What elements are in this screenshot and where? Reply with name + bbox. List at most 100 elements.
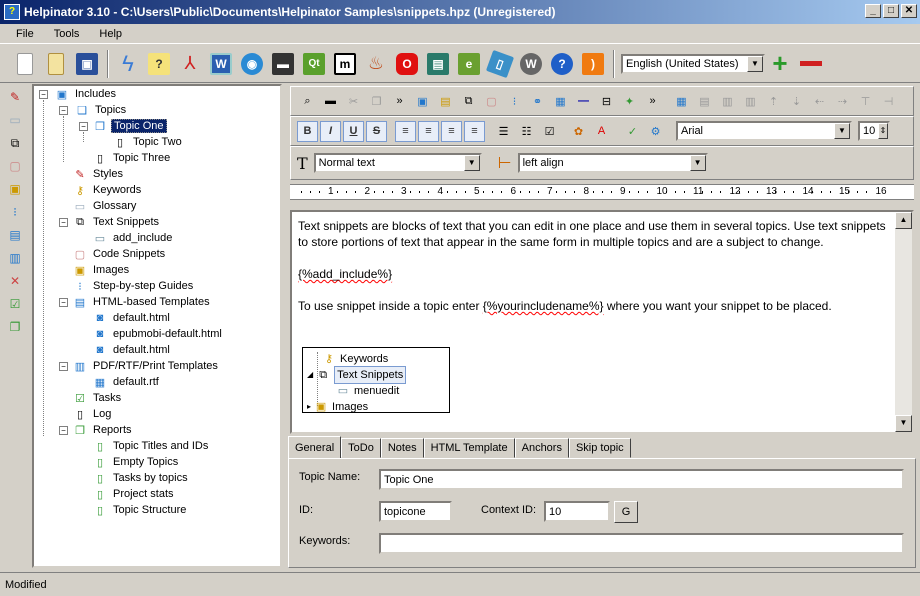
scroll-down-icon[interactable]: ▼ — [895, 415, 912, 432]
topic-name-field[interactable]: Topic One — [379, 469, 904, 490]
cut-icon[interactable]: ✂ — [343, 91, 364, 112]
table-icon[interactable]: ▦ — [671, 91, 692, 112]
insert-row-below-icon[interactable]: ⇣ — [786, 91, 807, 112]
tree-item-glossary[interactable]: ▭ Glossary — [72, 198, 138, 214]
style-select[interactable]: Normal text ▼ — [313, 153, 482, 173]
tab-anchors[interactable]: Anchors — [514, 438, 569, 458]
project-tree[interactable]: − ▣ Includes − ❑ Topics − ❒ Topic One ▯ Topi… — [32, 84, 282, 568]
tree-item-epubmobi[interactable]: ◙ epubmobi-default.html — [92, 326, 224, 342]
tree-item-html-templates[interactable]: ▤ HTML-based Templates — [72, 294, 212, 310]
checklist-icon[interactable]: ☑ — [539, 121, 560, 142]
tab-general[interactable]: General — [288, 436, 342, 458]
open-project-button[interactable] — [41, 49, 71, 79]
tree-item-text-snippets[interactable]: ⧉ Text Snippets — [72, 214, 161, 230]
text-color-icon[interactable]: A — [591, 121, 612, 142]
chevron-down-icon[interactable]: ▼ — [747, 55, 763, 72]
pdf-button[interactable]: ⅄ — [175, 49, 205, 79]
tree-item-topics[interactable]: ❑ Topics — [74, 102, 128, 118]
image-icon[interactable]: ▣ — [4, 178, 26, 200]
tree-item-topic-two[interactable]: ▯ Topic Two — [112, 134, 184, 150]
epub-button[interactable]: e — [454, 49, 484, 79]
print-template-icon[interactable]: ▥ — [4, 247, 26, 269]
tree-item-tasks-by-topics[interactable]: ▯ Tasks by topics — [92, 470, 190, 486]
align-center-button[interactable]: ≡ — [418, 120, 439, 142]
ebook-button[interactable]: ▤ — [423, 49, 453, 79]
justify-button[interactable]: ≡ — [464, 120, 485, 142]
chevron-down-icon[interactable]: ▼ — [834, 123, 850, 139]
qt-button[interactable]: Qt — [299, 49, 329, 79]
template-icon[interactable]: ▤ — [4, 224, 26, 246]
footsteps-icon[interactable]: ⁝ — [504, 91, 525, 112]
tree-item-topic-titles[interactable]: ▯ Topic Titles and IDs — [92, 438, 210, 454]
more-icon[interactable]: » — [642, 91, 663, 112]
insert-col-left-icon[interactable]: ⇠ — [809, 91, 830, 112]
build-button[interactable]: ϟ — [113, 49, 143, 79]
scroll-up-icon[interactable]: ▲ — [895, 212, 912, 229]
tree-item-pdf-templates[interactable]: ▥ PDF/RTF/Print Templates — [72, 358, 220, 374]
font-select[interactable]: Arial ▼ — [676, 121, 852, 141]
tree-item-step-guides[interactable]: ⁝ Step-by-step Guides — [72, 278, 195, 294]
page-break-icon[interactable]: ⊟ — [596, 91, 617, 112]
spinner-icon[interactable]: ⇕ — [878, 123, 888, 139]
chevron-down-icon[interactable]: ▼ — [689, 155, 706, 171]
tab-skip-topic[interactable]: Skip topic — [568, 438, 631, 458]
tree-item-includes[interactable]: ▣ Includes — [54, 86, 118, 102]
expand-topic-one[interactable]: − — [79, 122, 88, 131]
bullet-list-icon[interactable]: ☰ — [493, 121, 514, 142]
topic-editor[interactable]: Text snippets are blocks of text that yo… — [290, 210, 914, 434]
tab-notes[interactable]: Notes — [380, 438, 424, 458]
new-project-button[interactable] — [10, 49, 40, 79]
spell-check-icon[interactable]: ✓ — [622, 121, 643, 142]
tree-item-topic-structure[interactable]: ▯ Topic Structure — [92, 502, 188, 518]
tree-item-keywords[interactable]: ⚷ Keywords — [72, 182, 143, 198]
align-left-button[interactable]: ≡ — [395, 120, 416, 142]
insert-image-icon[interactable]: ▣ — [412, 91, 433, 112]
numbered-list-icon[interactable]: ☷ — [516, 121, 537, 142]
insert-snippet-icon[interactable]: ⧉ — [458, 91, 479, 112]
wordpress-button[interactable]: W — [516, 49, 546, 79]
rss-button[interactable]: ) — [578, 49, 608, 79]
italic-button[interactable]: I — [320, 120, 341, 142]
close-button[interactable]: ✕ — [901, 4, 917, 18]
pen-icon[interactable]: ✎ — [4, 86, 26, 108]
web-button[interactable]: ◉ — [237, 49, 267, 79]
footsteps-icon[interactable]: ⁝ — [4, 201, 26, 223]
tools-icon[interactable]: ✕ — [4, 270, 26, 292]
java-button[interactable]: ♨ — [361, 49, 391, 79]
bookmark-icon[interactable]: ▦ — [550, 91, 571, 112]
expand-text-snippets[interactable]: − — [59, 218, 68, 227]
split-cells-icon[interactable]: ⊣ — [878, 91, 899, 112]
tree-item-tasks[interactable]: ☑ Tasks — [72, 390, 123, 406]
tab-html-template[interactable]: HTML Template — [423, 438, 515, 458]
font-size-field[interactable]: 10 ⇕ — [858, 121, 890, 141]
expand-reports[interactable]: − — [59, 426, 68, 435]
page-icon[interactable]: ▭ — [4, 109, 26, 131]
reports-icon[interactable]: ❐ — [4, 316, 26, 338]
print-button[interactable]: ▬ — [268, 49, 298, 79]
mobile-button[interactable]: ▯ — [485, 49, 515, 79]
merge-cells-icon[interactable]: ⊤ — [855, 91, 876, 112]
insert-link-icon[interactable]: ⚭ — [527, 91, 548, 112]
code-icon[interactable]: ▢ — [4, 155, 26, 177]
minimize-button[interactable]: _ — [865, 4, 881, 18]
background-color-icon[interactable]: ✿ — [568, 121, 589, 142]
word-button[interactable]: W — [206, 49, 236, 79]
tree-item-project-stats[interactable]: ▯ Project stats — [92, 486, 176, 502]
tasks-icon[interactable]: ☑ — [4, 293, 26, 315]
remove-language-button[interactable] — [796, 49, 826, 79]
expand-topics[interactable]: − — [59, 106, 68, 115]
language-select[interactable]: English (United States) ▼ — [621, 53, 765, 74]
tree-item-empty-topics[interactable]: ▯ Empty Topics — [92, 454, 180, 470]
bold-button[interactable]: B — [297, 120, 318, 142]
context-id-field[interactable]: 10 — [544, 501, 610, 522]
expand-pdf-templates[interactable]: − — [59, 362, 68, 371]
generate-id-button[interactable]: G — [614, 501, 638, 523]
align-right-button[interactable]: ≡ — [441, 120, 462, 142]
help-build-button[interactable]: ? — [144, 49, 174, 79]
ruler[interactable]: 1 2 3 4 5 6 7 8 9 10 11 12 13 14 15 16 — [290, 184, 914, 200]
markdown-button[interactable]: m — [330, 49, 360, 79]
tree-item-styles[interactable]: ✎ Styles — [72, 166, 125, 182]
tree-item-topic-three[interactable]: ▯ Topic Three — [92, 150, 172, 166]
more-icon[interactable]: » — [389, 91, 410, 112]
add-language-button[interactable]: + — [765, 48, 795, 79]
